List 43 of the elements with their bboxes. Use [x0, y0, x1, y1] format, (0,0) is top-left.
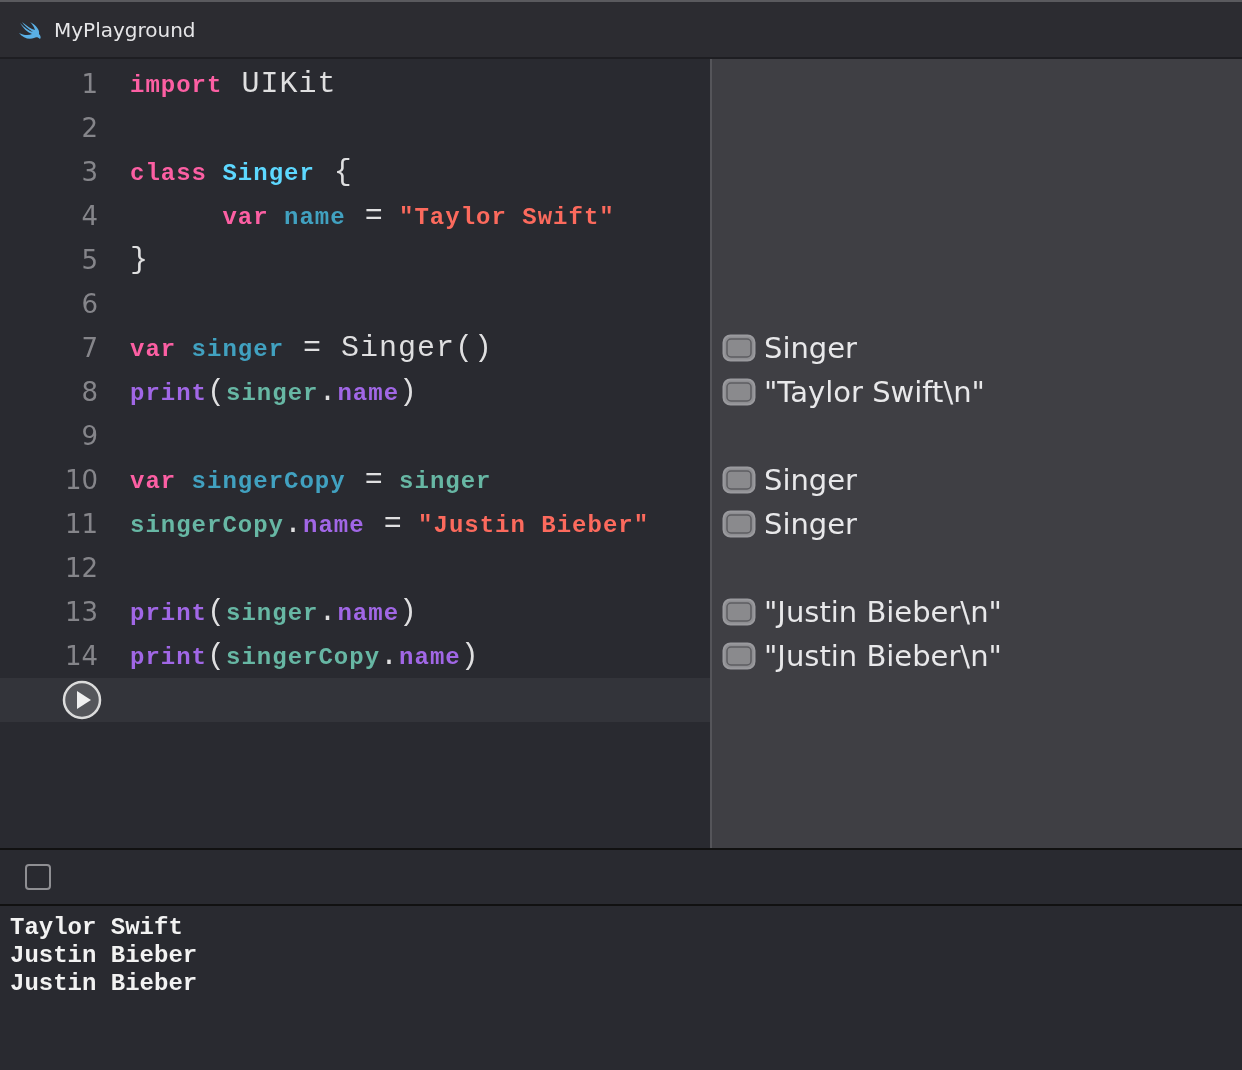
code-line: var singerCopy = singer	[130, 463, 492, 497]
result-value: "Justin Bieber\n"	[764, 595, 1002, 629]
result-value: Singer	[764, 331, 858, 365]
line-number: 10	[63, 465, 98, 495]
line-number: 9	[80, 421, 98, 451]
quick-look-icon[interactable]	[722, 334, 756, 362]
line-number: 1	[80, 69, 98, 99]
code-line: print(singerCopy.name)	[130, 639, 480, 673]
line-number: 14	[63, 641, 98, 671]
line-number: 5	[80, 245, 98, 275]
line-number: 12	[63, 553, 98, 583]
square-icon[interactable]	[24, 863, 52, 891]
quick-look-icon[interactable]	[722, 378, 756, 406]
code-line: var name = "Taylor Swift"	[221, 199, 615, 233]
quick-look-icon[interactable]	[722, 510, 756, 538]
line-number: 8	[80, 377, 98, 407]
result-value: "Justin Bieber\n"	[764, 639, 1002, 673]
result-value: Singer	[764, 463, 858, 497]
line-number: 11	[63, 509, 98, 539]
code-line: print(singer.name)	[130, 375, 419, 409]
line-number: 4	[80, 201, 98, 231]
code-line: singerCopy.name = "Justin Bieber"	[130, 507, 650, 541]
line-number: 6	[80, 289, 98, 319]
bird-icon	[18, 19, 44, 40]
code-line: var singer = Singer()	[130, 331, 494, 365]
code-line: print(singer.name)	[130, 595, 419, 629]
code-line: class Singer {	[130, 155, 353, 189]
result-value: Singer	[764, 507, 858, 541]
line-number: 2	[80, 113, 98, 143]
console-output-line: Taylor Swift	[10, 914, 184, 942]
result-value: "Taylor Swift\n"	[764, 375, 985, 409]
play-button[interactable]	[62, 680, 102, 720]
console-output-line: Justin Bieber	[10, 942, 199, 970]
line-number: 7	[80, 333, 98, 363]
line-number: 3	[80, 157, 98, 187]
line-number: 13	[63, 597, 98, 627]
code-line: }	[130, 243, 149, 277]
quick-look-icon[interactable]	[722, 466, 756, 494]
quick-look-icon[interactable]	[722, 642, 756, 670]
window-title: MyPlayground	[54, 17, 196, 42]
console-output-line: Justin Bieber	[10, 970, 199, 998]
code-line: import UIKit	[130, 67, 337, 101]
quick-look-icon[interactable]	[722, 598, 756, 626]
